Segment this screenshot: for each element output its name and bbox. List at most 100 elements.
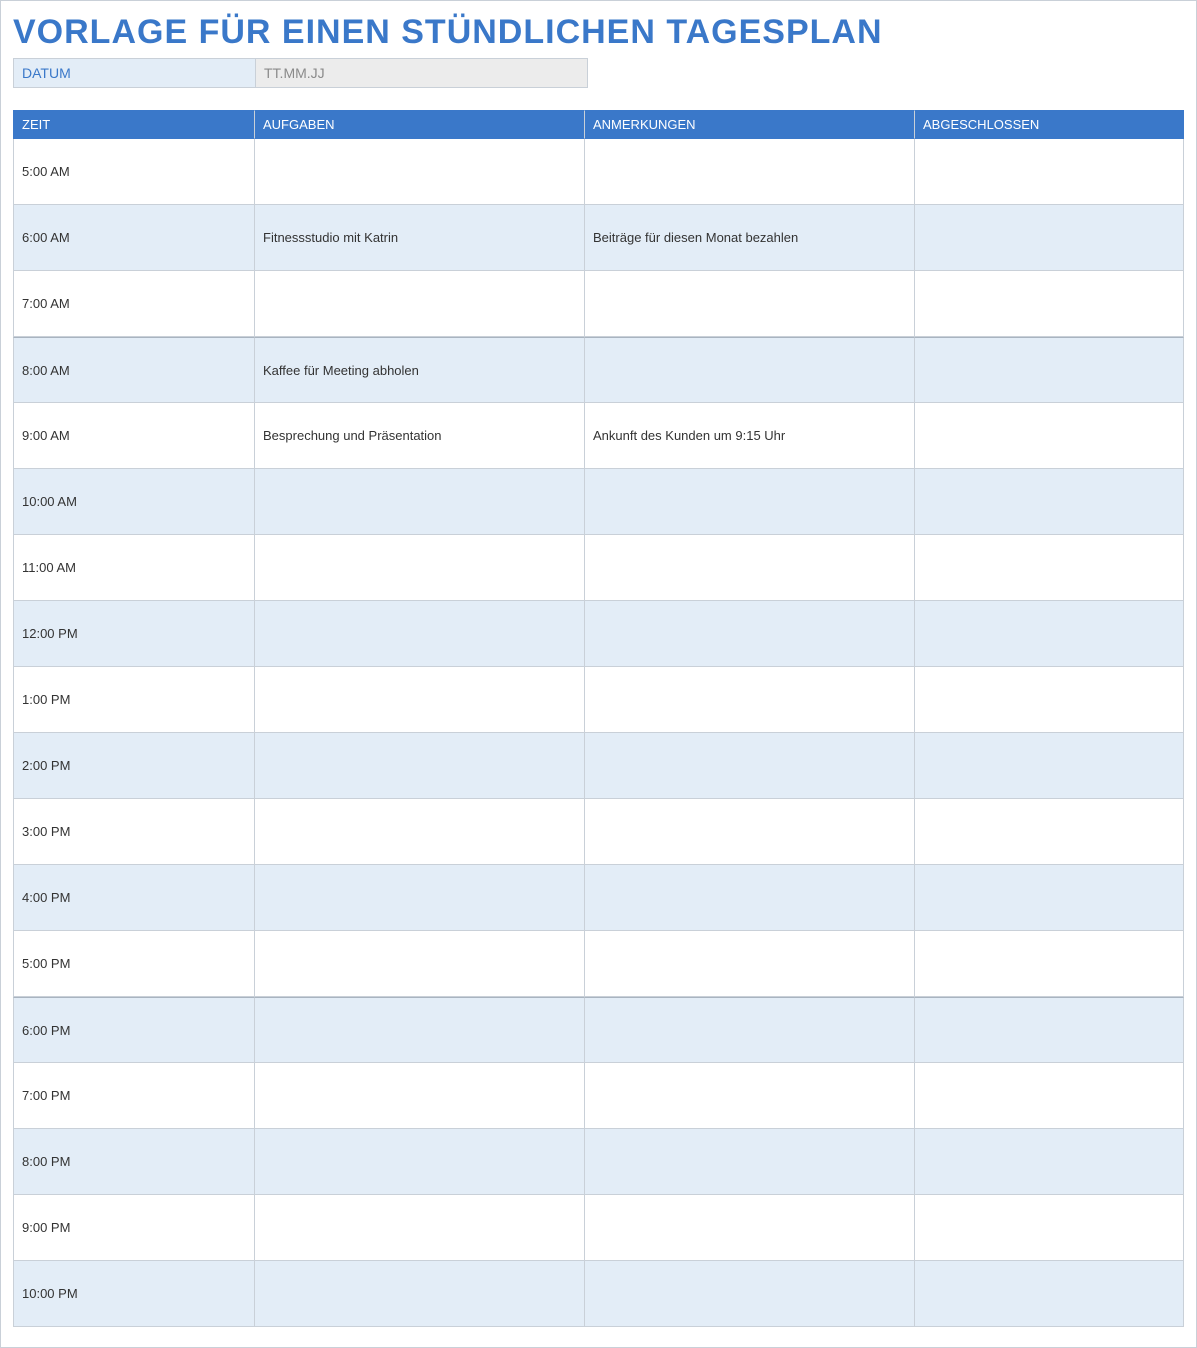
cell-abgeschlossen[interactable] bbox=[915, 1195, 1184, 1261]
cell-aufgaben[interactable] bbox=[255, 469, 585, 535]
cell-abgeschlossen[interactable] bbox=[915, 997, 1184, 1063]
cell-anmerkungen[interactable] bbox=[585, 997, 915, 1063]
cell-aufgaben[interactable]: Fitnessstudio mit Katrin bbox=[255, 205, 585, 271]
cell-abgeschlossen[interactable] bbox=[915, 733, 1184, 799]
cell-abgeschlossen[interactable] bbox=[915, 799, 1184, 865]
cell-anmerkungen[interactable] bbox=[585, 931, 915, 997]
cell-abgeschlossen[interactable] bbox=[915, 205, 1184, 271]
cell-zeit: 1:00 PM bbox=[13, 667, 255, 733]
date-input[interactable]: TT.MM.JJ bbox=[256, 59, 587, 87]
cell-anmerkungen[interactable] bbox=[585, 1261, 915, 1327]
cell-zeit: 5:00 AM bbox=[13, 139, 255, 205]
cell-zeit: 2:00 PM bbox=[13, 733, 255, 799]
table-row: 10:00 PM bbox=[13, 1261, 1184, 1327]
cell-aufgaben[interactable] bbox=[255, 997, 585, 1063]
col-header-anmerkungen: ANMERKUNGEN bbox=[585, 110, 915, 139]
cell-anmerkungen[interactable] bbox=[585, 535, 915, 601]
cell-anmerkungen[interactable] bbox=[585, 469, 915, 535]
cell-zeit: 3:00 PM bbox=[13, 799, 255, 865]
col-header-zeit: ZEIT bbox=[13, 110, 255, 139]
cell-anmerkungen[interactable] bbox=[585, 733, 915, 799]
cell-anmerkungen[interactable] bbox=[585, 1195, 915, 1261]
cell-abgeschlossen[interactable] bbox=[915, 271, 1184, 337]
cell-abgeschlossen[interactable] bbox=[915, 931, 1184, 997]
table-row: 5:00 PM bbox=[13, 931, 1184, 997]
cell-anmerkungen[interactable] bbox=[585, 337, 915, 403]
table-row: 12:00 PM bbox=[13, 601, 1184, 667]
cell-aufgaben[interactable] bbox=[255, 865, 585, 931]
cell-aufgaben[interactable] bbox=[255, 667, 585, 733]
col-header-aufgaben: AUFGABEN bbox=[255, 110, 585, 139]
cell-zeit: 8:00 AM bbox=[13, 337, 255, 403]
cell-anmerkungen[interactable] bbox=[585, 139, 915, 205]
cell-aufgaben[interactable] bbox=[255, 733, 585, 799]
cell-anmerkungen[interactable] bbox=[585, 601, 915, 667]
cell-zeit: 12:00 PM bbox=[13, 601, 255, 667]
cell-abgeschlossen[interactable] bbox=[915, 337, 1184, 403]
cell-zeit: 7:00 PM bbox=[13, 1063, 255, 1129]
cell-aufgaben[interactable] bbox=[255, 931, 585, 997]
cell-abgeschlossen[interactable] bbox=[915, 1129, 1184, 1195]
table-row: 11:00 AM bbox=[13, 535, 1184, 601]
table-row: 6:00 AMFitnessstudio mit KatrinBeiträge … bbox=[13, 205, 1184, 271]
cell-aufgaben[interactable] bbox=[255, 1261, 585, 1327]
cell-abgeschlossen[interactable] bbox=[915, 139, 1184, 205]
cell-zeit: 9:00 PM bbox=[13, 1195, 255, 1261]
cell-zeit: 11:00 AM bbox=[13, 535, 255, 601]
cell-anmerkungen[interactable] bbox=[585, 271, 915, 337]
table-row: 9:00 AMBesprechung und PräsentationAnkun… bbox=[13, 403, 1184, 469]
cell-anmerkungen[interactable]: Beiträge für diesen Monat bezahlen bbox=[585, 205, 915, 271]
cell-zeit: 10:00 AM bbox=[13, 469, 255, 535]
date-label: DATUM bbox=[14, 59, 256, 87]
table-row: 1:00 PM bbox=[13, 667, 1184, 733]
cell-anmerkungen[interactable] bbox=[585, 1129, 915, 1195]
cell-abgeschlossen[interactable] bbox=[915, 403, 1184, 469]
schedule-table: ZEIT AUFGABEN ANMERKUNGEN ABGESCHLOSSEN … bbox=[13, 110, 1184, 1327]
cell-abgeschlossen[interactable] bbox=[915, 865, 1184, 931]
cell-anmerkungen[interactable] bbox=[585, 1063, 915, 1129]
table-row: 8:00 AMKaffee für Meeting abholen bbox=[13, 337, 1184, 403]
table-row: 4:00 PM bbox=[13, 865, 1184, 931]
cell-anmerkungen[interactable] bbox=[585, 865, 915, 931]
cell-aufgaben[interactable] bbox=[255, 1195, 585, 1261]
cell-aufgaben[interactable] bbox=[255, 535, 585, 601]
cell-anmerkungen[interactable] bbox=[585, 667, 915, 733]
cell-aufgaben[interactable] bbox=[255, 271, 585, 337]
page-title: VORLAGE FÜR EINEN STÜNDLICHEN TAGESPLAN bbox=[13, 13, 1184, 52]
cell-zeit: 4:00 PM bbox=[13, 865, 255, 931]
cell-zeit: 10:00 PM bbox=[13, 1261, 255, 1327]
cell-abgeschlossen[interactable] bbox=[915, 469, 1184, 535]
cell-aufgaben[interactable] bbox=[255, 1063, 585, 1129]
cell-aufgaben[interactable] bbox=[255, 601, 585, 667]
table-header-row: ZEIT AUFGABEN ANMERKUNGEN ABGESCHLOSSEN bbox=[13, 110, 1184, 139]
table-row: 8:00 PM bbox=[13, 1129, 1184, 1195]
cell-zeit: 9:00 AM bbox=[13, 403, 255, 469]
table-row: 5:00 AM bbox=[13, 139, 1184, 205]
cell-aufgaben[interactable] bbox=[255, 799, 585, 865]
cell-zeit: 8:00 PM bbox=[13, 1129, 255, 1195]
cell-aufgaben[interactable]: Kaffee für Meeting abholen bbox=[255, 337, 585, 403]
table-row: 7:00 AM bbox=[13, 271, 1184, 337]
cell-abgeschlossen[interactable] bbox=[915, 535, 1184, 601]
table-row: 7:00 PM bbox=[13, 1063, 1184, 1129]
cell-zeit: 5:00 PM bbox=[13, 931, 255, 997]
cell-aufgaben[interactable] bbox=[255, 139, 585, 205]
cell-anmerkungen[interactable] bbox=[585, 799, 915, 865]
cell-zeit: 6:00 PM bbox=[13, 997, 255, 1063]
cell-abgeschlossen[interactable] bbox=[915, 1063, 1184, 1129]
table-row: 10:00 AM bbox=[13, 469, 1184, 535]
col-header-abgeschlossen: ABGESCHLOSSEN bbox=[915, 110, 1184, 139]
cell-zeit: 6:00 AM bbox=[13, 205, 255, 271]
cell-aufgaben[interactable]: Besprechung und Präsentation bbox=[255, 403, 585, 469]
table-row: 2:00 PM bbox=[13, 733, 1184, 799]
cell-abgeschlossen[interactable] bbox=[915, 601, 1184, 667]
table-row: 6:00 PM bbox=[13, 997, 1184, 1063]
cell-abgeschlossen[interactable] bbox=[915, 667, 1184, 733]
cell-aufgaben[interactable] bbox=[255, 1129, 585, 1195]
cell-anmerkungen[interactable]: Ankunft des Kunden um 9:15 Uhr bbox=[585, 403, 915, 469]
table-row: 9:00 PM bbox=[13, 1195, 1184, 1261]
page-container: VORLAGE FÜR EINEN STÜNDLICHEN TAGESPLAN … bbox=[0, 0, 1197, 1348]
cell-abgeschlossen[interactable] bbox=[915, 1261, 1184, 1327]
table-row: 3:00 PM bbox=[13, 799, 1184, 865]
date-row: DATUM TT.MM.JJ bbox=[13, 58, 588, 88]
